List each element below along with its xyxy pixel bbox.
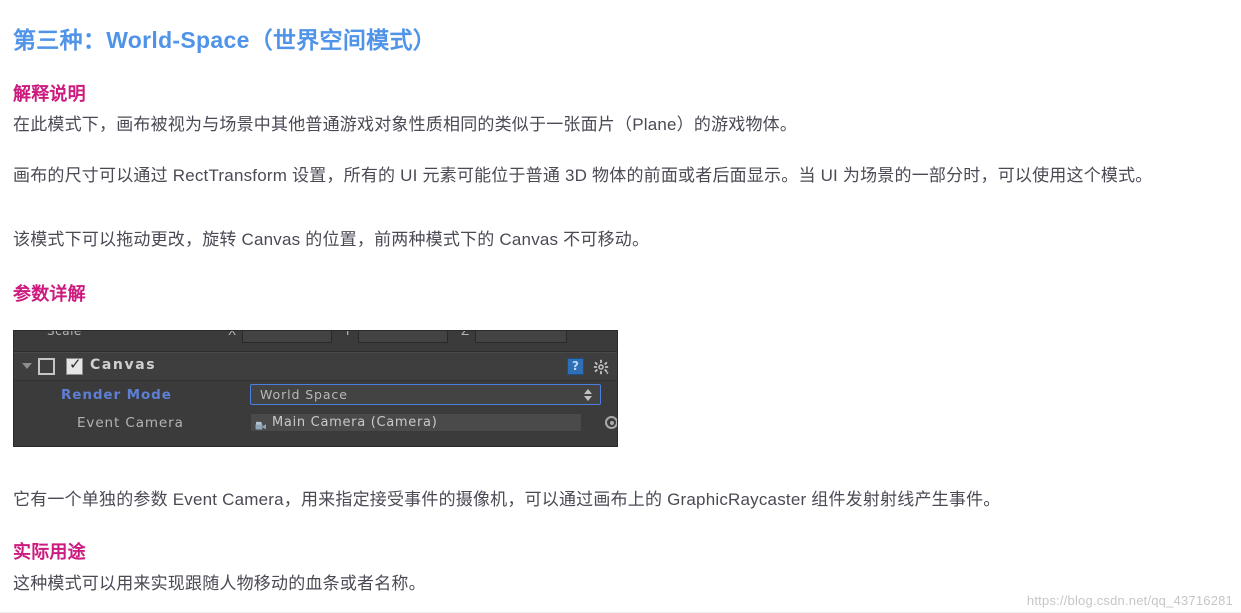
checkmark-icon: ✓ [69, 355, 82, 373]
scale-axis-y-label: Y [344, 331, 352, 338]
scale-axis-x-label: X [228, 331, 237, 338]
scale-axis-x-field[interactable]: 1 [242, 331, 332, 343]
paragraph-explanation-2: 画布的尺寸可以通过 RectTransform 设置，所有的 UI 元素可能位于… [13, 166, 1153, 185]
page-title: 第三种：World-Space（世界空间模式） [13, 27, 437, 53]
paragraph-parameters-1: 它有一个单独的参数 Event Camera，用来指定接受事件的摄像机，可以通过… [13, 490, 1001, 509]
inspector-row-render-mode: Render Mode World Space [14, 381, 617, 409]
help-question-mark: ? [572, 359, 579, 373]
scale-label: Scale [47, 331, 82, 338]
section-heading-explanation: 解释说明 [13, 84, 86, 104]
paragraph-explanation-1: 在此模式下，画布被视为与场景中其他普通游戏对象性质相同的类似于一张面片（Plan… [13, 115, 798, 134]
scale-axis-z-label: Z [461, 331, 470, 338]
event-camera-value: Main Camera (Camera) [272, 415, 438, 430]
camera-icon [255, 417, 267, 430]
component-name-label: Canvas [90, 357, 157, 373]
event-camera-object-field[interactable]: Main Camera (Camera) [250, 413, 582, 432]
section-heading-usage: 实际用途 [13, 542, 86, 562]
help-book-icon[interactable]: ? [567, 358, 584, 375]
canvas-component-icon [38, 358, 55, 375]
scale-axis-y-field[interactable]: 1 [358, 331, 448, 343]
render-mode-label: Render Mode [61, 387, 172, 403]
unity-inspector-screenshot: Scale X 1 Y 1 Z 1 ✓ Canvas ? [13, 330, 618, 447]
scale-axis-y-value: 1 [364, 331, 372, 334]
component-header-canvas[interactable]: ✓ Canvas ? [14, 352, 617, 381]
watermark-url: https://blog.csdn.net/qq_43716281 [1026, 593, 1233, 608]
foldout-triangle-icon[interactable] [22, 363, 32, 369]
article-page: 第三种：World-Space（世界空间模式） 解释说明 在此模式下，画布被视为… [0, 0, 1241, 613]
scale-axis-z-value: 1 [481, 331, 489, 334]
gear-icon[interactable] [593, 359, 609, 375]
event-camera-label: Event Camera [77, 415, 184, 431]
section-heading-parameters: 参数详解 [13, 284, 86, 304]
inspector-row-event-camera: Event Camera Main Camera (Camera) [14, 409, 617, 437]
paragraph-explanation-3: 该模式下可以拖动更改，旋转 Canvas 的位置，前两种模式下的 Canvas … [13, 230, 650, 249]
object-picker-icon[interactable] [605, 416, 617, 429]
inspector-row-scale: Scale X 1 Y 1 Z 1 [14, 331, 617, 352]
scale-axis-z-field[interactable]: 1 [475, 331, 567, 343]
scale-axis-x-value: 1 [248, 331, 256, 334]
component-enabled-checkbox[interactable]: ✓ [66, 355, 83, 375]
render-mode-value: World Space [260, 387, 348, 402]
chevron-updown-icon [584, 388, 593, 402]
render-mode-dropdown[interactable]: World Space [250, 384, 601, 405]
